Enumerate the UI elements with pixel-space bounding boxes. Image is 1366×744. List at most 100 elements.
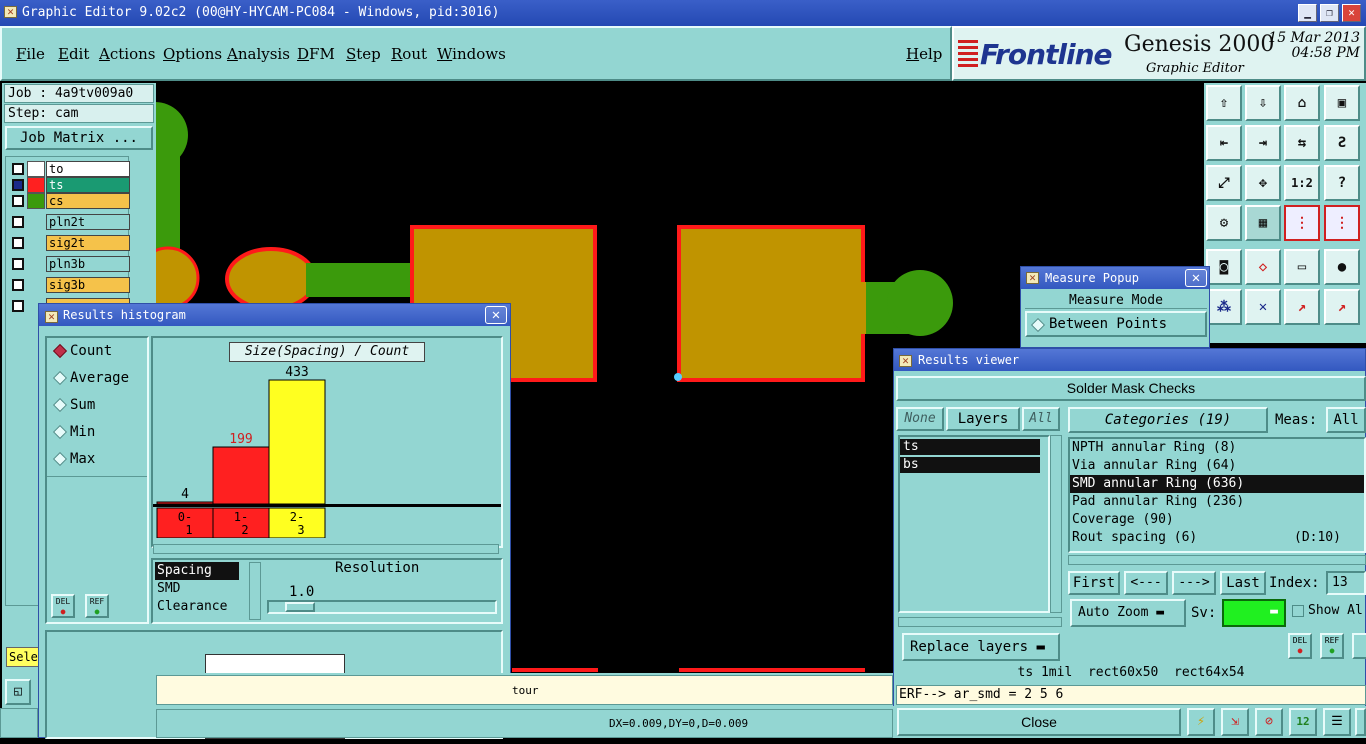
pan-icon[interactable]: ✥	[1245, 165, 1281, 201]
cross-icon[interactable]: ✕	[1245, 289, 1281, 325]
category-item[interactable]: Via annular Ring (64)	[1070, 457, 1364, 475]
layers-none-button[interactable]: None	[896, 407, 944, 431]
layer-row[interactable]: sig3b	[10, 277, 130, 294]
zoom-extents-icon[interactable]: ⤢	[1206, 165, 1242, 201]
resolution-slider[interactable]	[267, 600, 497, 614]
del-button[interactable]: DEL ●	[1288, 633, 1312, 659]
move-alt-icon[interactable]: ↗	[1324, 289, 1360, 325]
close-window-button[interactable]: ✕	[1342, 4, 1361, 22]
move-icon[interactable]: ↗	[1284, 289, 1320, 325]
auto-zoom-button[interactable]: Auto Zoom ▬	[1070, 599, 1186, 627]
layer-checkbox[interactable]	[12, 179, 24, 191]
menu-file[interactable]: File	[16, 45, 45, 63]
ruler-icon[interactable]: ▭	[1284, 249, 1320, 285]
layers-all-button[interactable]: All	[1022, 407, 1060, 431]
layers-hscrollbar[interactable]	[898, 617, 1062, 627]
histogram-bar[interactable]	[156, 501, 214, 505]
layer-row[interactable]: ts	[10, 177, 130, 194]
grid-icon[interactable]: ▦	[1245, 205, 1281, 241]
ref-button[interactable]: REF ●	[1320, 633, 1344, 659]
out-icon[interactable]: ⇥	[1245, 125, 1281, 161]
index-input[interactable]: 13	[1326, 571, 1366, 595]
help-icon[interactable]: ?	[1324, 165, 1360, 201]
net-alt-icon[interactable]: ⋮	[1324, 205, 1360, 241]
layers-scrollbar[interactable]	[1050, 435, 1062, 613]
type-item-smd[interactable]: SMD	[155, 580, 239, 598]
pad-icon[interactable]: ◙	[1206, 249, 1242, 285]
prev-button[interactable]: <---	[1124, 571, 1168, 595]
menu-analysis[interactable]: Analysis	[227, 45, 290, 63]
meas-all-button[interactable]: All	[1326, 407, 1366, 433]
notes-icon[interactable]: ☰	[1323, 708, 1351, 736]
count-label[interactable]: Count	[70, 343, 112, 359]
number-icon[interactable]: 12	[1289, 708, 1317, 736]
export-icon[interactable]: ⇲	[1221, 708, 1249, 736]
extra-button[interactable]	[1352, 633, 1366, 659]
in-icon[interactable]: ⇤	[1206, 125, 1242, 161]
max-label[interactable]: Max	[70, 451, 95, 467]
between-points-option[interactable]: Between Points	[1025, 311, 1207, 337]
layer-row[interactable]: sig2t	[10, 235, 130, 252]
type-item-clearance[interactable]: Clearance	[155, 598, 239, 616]
category-item-selected[interactable]: SMD annular Ring (636)	[1070, 475, 1364, 493]
category-item[interactable]: Pad annular Ring (236)	[1070, 493, 1364, 511]
replace-layers-button[interactable]: Replace layers ▬	[902, 633, 1060, 661]
category-item[interactable]: Coverage (90)	[1070, 511, 1364, 529]
select-field[interactable]: Selec	[6, 647, 42, 667]
sum-label[interactable]: Sum	[70, 397, 95, 413]
layer-checkbox[interactable]	[12, 258, 24, 270]
result-layer-ts[interactable]: ts	[900, 439, 1040, 455]
categories-list[interactable]: NPTH annular Ring (8) Via annular Ring (…	[1068, 437, 1366, 553]
zoom-fit-icon[interactable]: ◱	[5, 679, 31, 705]
category-item[interactable]: NPTH annular Ring (8)	[1070, 439, 1364, 457]
category-item[interactable]: Rout spacing (6) (D:10)	[1070, 529, 1364, 547]
snap-icon[interactable]: Ƨ	[1324, 125, 1360, 161]
resolution-slider-handle[interactable]	[285, 602, 315, 612]
last-button[interactable]: Last	[1220, 571, 1266, 595]
histogram-bar[interactable]	[268, 379, 326, 505]
layer-checkbox[interactable]	[12, 300, 24, 312]
layer-checkbox[interactable]	[12, 163, 24, 175]
rotate-icon[interactable]: ◇	[1245, 249, 1281, 285]
close-button[interactable]: Close	[897, 708, 1181, 736]
maximize-button[interactable]: ❐	[1320, 4, 1339, 22]
menu-rout[interactable]: Rout	[391, 45, 427, 63]
home-icon[interactable]: ⌂	[1284, 85, 1320, 121]
job-matrix-button[interactable]: Job Matrix ...	[5, 126, 153, 150]
layer-row[interactable]: to	[10, 161, 130, 178]
type-list-scrollbar[interactable]	[249, 562, 261, 620]
first-button[interactable]: First	[1068, 571, 1120, 595]
type-list[interactable]: Spacing SMD Clearance	[155, 562, 239, 618]
no-entry-icon[interactable]: ⊘	[1255, 708, 1283, 736]
histogram-bar[interactable]	[212, 446, 270, 505]
menu-step[interactable]: Step	[346, 45, 381, 63]
del-button[interactable]: DEL ●	[51, 594, 75, 618]
show-all-checkbox[interactable]	[1292, 605, 1304, 617]
layer-checkbox[interactable]	[12, 216, 24, 228]
swap-icon[interactable]: ⇆	[1284, 125, 1320, 161]
layer-up-icon[interactable]: ⇧	[1206, 85, 1242, 121]
layer-checkbox[interactable]	[12, 237, 24, 249]
layer-row[interactable]: cs	[10, 193, 130, 210]
sv-select[interactable]: ▬	[1222, 599, 1286, 627]
type-item-spacing[interactable]: Spacing	[155, 562, 239, 580]
more-icon[interactable]	[1355, 708, 1366, 736]
layer-row[interactable]: pln2t	[10, 214, 130, 231]
categories-scrollbar[interactable]	[1068, 555, 1366, 565]
average-label[interactable]: Average	[70, 370, 129, 386]
chart-scrollbar[interactable]	[153, 544, 499, 554]
result-layers-list[interactable]: ts bs	[898, 435, 1050, 613]
layer-checkbox[interactable]	[12, 279, 24, 291]
window-icon[interactable]: ▣	[1324, 85, 1360, 121]
lightning-icon[interactable]: ⚡	[1187, 708, 1215, 736]
layers-button[interactable]: Layers	[946, 407, 1020, 431]
layer-checkbox[interactable]	[12, 195, 24, 207]
scale-icon[interactable]: 1:2	[1284, 165, 1320, 201]
histogram-close-button[interactable]: ✕	[485, 306, 507, 324]
menu-actions[interactable]: Actions	[99, 45, 155, 63]
categories-button[interactable]: Categories (19)	[1068, 407, 1268, 433]
connect-icon[interactable]: ⁂	[1206, 289, 1242, 325]
menu-edit[interactable]: Edit	[58, 45, 89, 63]
min-label[interactable]: Min	[70, 424, 95, 440]
menu-options[interactable]: Options	[163, 45, 222, 63]
